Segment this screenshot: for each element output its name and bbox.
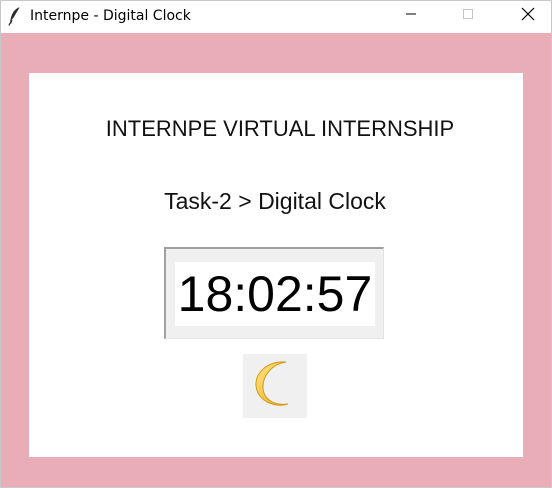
app-window: Internpe - Digital Clock INTERNPE VIRTUA… — [0, 0, 552, 488]
clock-display: 18:02:57 — [164, 247, 384, 339]
minimize-icon — [405, 7, 417, 25]
close-icon — [521, 7, 535, 26]
content-panel: INTERNPE VIRTUAL INTERNSHIP Task-2 > Dig… — [29, 73, 523, 457]
close-button[interactable] — [505, 1, 551, 31]
clock-time: 18:02:57 — [177, 266, 373, 322]
page-heading: INTERNPE VIRTUAL INTERNSHIP — [105, 116, 455, 141]
maximize-icon — [462, 7, 474, 25]
title-bar[interactable]: Internpe - Digital Clock — [1, 1, 551, 33]
feather-icon — [7, 6, 23, 26]
task-subheading: Task-2 > Digital Clock — [164, 188, 386, 214]
maximize-button[interactable] — [445, 1, 491, 31]
theme-toggle-button[interactable] — [243, 354, 307, 418]
window-frame: INTERNPE VIRTUAL INTERNSHIP Task-2 > Dig… — [1, 33, 551, 487]
crescent-moon-icon — [250, 358, 300, 415]
window-title: Internpe - Digital Clock — [30, 8, 191, 24]
minimize-button[interactable] — [388, 1, 434, 31]
clock-face: 18:02:57 — [175, 262, 375, 326]
